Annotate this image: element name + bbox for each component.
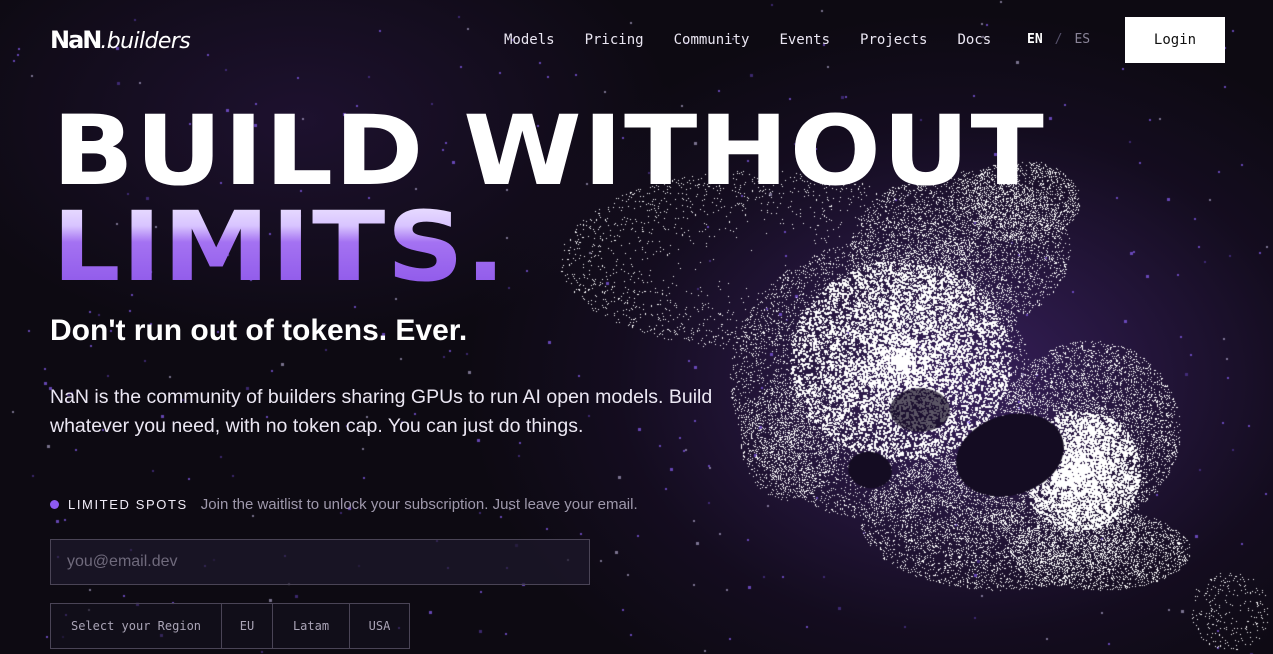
waitlist-notice: LIMITED SPOTS Join the waitlist to unloc… <box>50 496 638 513</box>
region-option-eu[interactable]: EU <box>222 604 273 648</box>
waitlist-text: Join the waitlist to unlock your subscri… <box>200 496 638 513</box>
nav-link-pricing[interactable]: Pricing <box>585 31 644 49</box>
brand-logo[interactable]: NaN .builders <box>50 26 191 54</box>
nav-link-docs[interactable]: Docs <box>957 31 991 49</box>
email-input[interactable] <box>50 539 590 585</box>
lang-option-en[interactable]: EN <box>1027 32 1043 47</box>
lang-option-es[interactable]: ES <box>1074 32 1090 47</box>
headline-line-1: BUILD WITHOUT <box>52 95 1046 207</box>
hero-headline: BUILD WITHOUT LIMITS. <box>52 103 1045 295</box>
headline-line-2: LIMITS. <box>52 199 1045 295</box>
language-switcher: EN / ES <box>1027 32 1090 47</box>
top-navigation: NaN .builders Models Pricing Community E… <box>0 0 1273 80</box>
limited-spots-badge: LIMITED SPOTS <box>68 497 188 512</box>
hero-description: NaN is the community of builders sharing… <box>50 386 713 437</box>
login-button[interactable]: Login <box>1125 17 1225 63</box>
nav-link-community[interactable]: Community <box>674 31 750 49</box>
region-selector: Select your Region EU Latam USA <box>50 603 410 649</box>
region-label: Select your Region <box>51 604 222 648</box>
purple-dot-icon <box>50 500 59 509</box>
region-option-usa[interactable]: USA <box>350 604 409 648</box>
lang-separator: / <box>1054 32 1063 47</box>
logo-wordmark: .builders <box>100 29 191 54</box>
region-option-latam[interactable]: Latam <box>273 604 350 648</box>
nav-link-models[interactable]: Models <box>504 31 555 49</box>
nav-link-events[interactable]: Events <box>779 31 830 49</box>
hero-subheadline: Don't run out of tokens. Ever. <box>50 314 468 347</box>
nav-links: Models Pricing Community Events Projects… <box>504 31 1021 49</box>
nav-link-projects[interactable]: Projects <box>860 31 927 49</box>
logo-mark: NaN <box>50 26 102 54</box>
